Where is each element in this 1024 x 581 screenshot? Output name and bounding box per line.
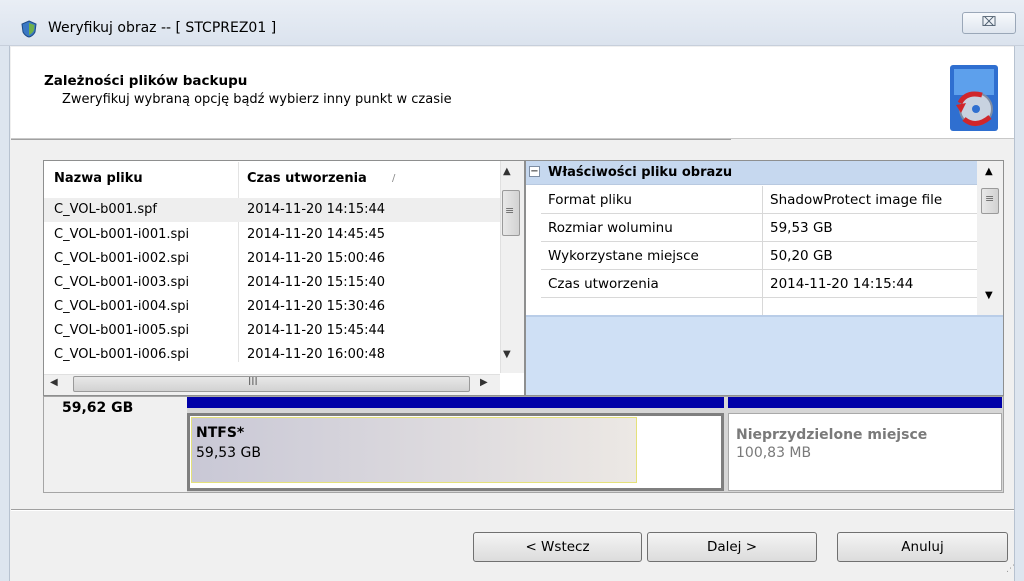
column-header-file-name[interactable]: Nazwa pliku — [54, 171, 143, 186]
partition-size: 59,53 GB — [196, 445, 261, 461]
partition-size: 100,83 MB — [736, 445, 812, 461]
scroll-grip-icon: ≡ — [985, 192, 995, 205]
close-button[interactable]: ⌧ — [962, 12, 1016, 34]
partition-bar-ntfs — [187, 397, 724, 408]
file-time-cell[interactable]: 2014-11-20 14:15:44 — [247, 202, 385, 217]
column-header-created-time[interactable]: Czas utworzenia — [247, 171, 367, 186]
partition-name: Nieprzydzielone miejsce — [736, 427, 928, 443]
restore-disk-icon — [946, 63, 1002, 133]
app-shield-icon — [20, 20, 38, 38]
property-key: Rozmiar woluminu — [548, 220, 673, 236]
property-key: Format pliku — [548, 192, 632, 208]
property-value: 2014-11-20 14:15:44 — [770, 276, 914, 292]
property-value: ShadowProtect image file — [770, 192, 943, 208]
file-name-cell[interactable]: C_VOL-b001.spf — [54, 202, 157, 217]
file-time-cell[interactable]: 2014-11-20 15:00:46 — [247, 251, 385, 266]
file-time-cell[interactable]: 2014-11-20 16:00:48 — [247, 347, 385, 362]
file-name-cell[interactable]: C_VOL-b001-i003.spi — [54, 275, 189, 290]
properties-divider — [526, 315, 1003, 317]
partition-name: NTFS* — [196, 425, 245, 441]
scroll-left-icon[interactable]: ◀ — [50, 377, 58, 388]
window-frame-left — [0, 46, 10, 581]
page-subtitle: Zweryfikuj wybraną opcję bądź wybierz in… — [62, 92, 452, 107]
file-name-cell[interactable]: C_VOL-b001-i005.spi — [54, 323, 189, 338]
header-separator — [11, 139, 731, 140]
scroll-right-icon[interactable]: ▶ — [480, 377, 488, 388]
close-icon: ⌧ — [981, 15, 997, 30]
column-separator — [238, 162, 239, 362]
file-name-cell[interactable]: C_VOL-b001-i001.spi — [54, 227, 189, 242]
disk-total-size: 59,62 GB — [62, 400, 134, 416]
file-time-cell[interactable]: 2014-11-20 15:30:46 — [247, 299, 385, 314]
file-name-cell[interactable]: C_VOL-b001-i004.spi — [54, 299, 189, 314]
scroll-grip-icon: ≡ — [505, 204, 515, 217]
file-time-cell[interactable]: 2014-11-20 15:45:44 — [247, 323, 385, 338]
sort-indicator-icon: / — [392, 173, 396, 184]
partition-bar-unallocated — [728, 397, 1002, 408]
property-key: Wykorzystane miejsce — [548, 248, 699, 264]
file-time-cell[interactable]: 2014-11-20 14:45:45 — [247, 227, 385, 242]
horizontal-scroll-thumb[interactable] — [73, 376, 470, 392]
window-frame-right — [1014, 46, 1024, 581]
file-name-cell[interactable]: C_VOL-b001-i002.spi — [54, 251, 189, 266]
file-name-cell[interactable]: C_VOL-b001-i006.spi — [54, 347, 189, 362]
scroll-down-icon[interactable]: ▼ — [503, 349, 511, 360]
next-button[interactable]: Dalej > — [647, 532, 817, 562]
property-key: Czas utworzenia — [548, 276, 659, 292]
file-time-cell[interactable]: 2014-11-20 15:15:40 — [247, 275, 385, 290]
cancel-button[interactable]: Anuluj — [837, 532, 1008, 562]
properties-section-title: Właściwości pliku obrazu — [548, 165, 733, 180]
scroll-down-icon[interactable]: ▼ — [985, 290, 993, 301]
collapse-icon[interactable]: − — [529, 166, 540, 177]
property-value: 59,53 GB — [770, 220, 833, 236]
page-title: Zależności plików backupu — [44, 73, 248, 89]
footer-separator-highlight — [11, 510, 1014, 511]
back-button[interactable]: < Wstecz — [473, 532, 642, 562]
property-value: 50,20 GB — [770, 248, 833, 264]
resize-grip-icon[interactable]: ⋰ — [1006, 564, 1015, 574]
scroll-up-icon[interactable]: ▲ — [985, 166, 993, 177]
window-title: Weryfikuj obraz -- [ STCPREZ01 ] — [48, 20, 277, 36]
horizontal-scroll-grip-icon: III — [248, 375, 258, 388]
scroll-up-icon[interactable]: ▲ — [503, 166, 511, 177]
